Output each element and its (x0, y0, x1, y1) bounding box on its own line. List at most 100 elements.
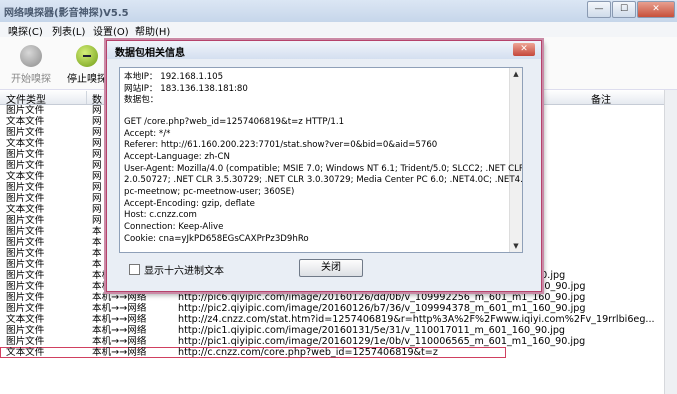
dialog-close-icon[interactable]: ✕ (513, 43, 535, 56)
maximize-button[interactable]: ☐ (612, 1, 636, 18)
cell-direction: 本机→→网络 (92, 347, 147, 358)
cell-direction: 网 (92, 215, 102, 226)
packet-text-line: 2.0.50727; .NET CLR 3.5.30729; .NET CLR … (124, 175, 523, 186)
cell-direction: 本 (92, 226, 102, 237)
table-row[interactable]: 图片文件 本机→→网络 http://pic1.qiyipic.com/image/… (0, 336, 664, 347)
cell-file-type: 图片文件 (6, 237, 45, 248)
cell-file-type: 文本文件 (6, 171, 45, 182)
cell-file-type: 文本文件 (6, 116, 45, 127)
cell-direction: 本机→→网络 (92, 303, 147, 314)
packet-text-line: pc-meetnow; pc-meetnow-user; 360SE) (124, 187, 295, 197)
packet-text-line: 网站IP： 183.136.138.181:80 (124, 83, 248, 94)
cell-file-type: 文本文件 (6, 138, 45, 149)
cell-file-type: 图片文件 (6, 292, 45, 303)
cell-url: http://pic1.qiyipic.com/image/20160129/1… (178, 336, 586, 347)
menu-list[interactable]: 列表(L) (52, 23, 85, 38)
cell-file-type: 图片文件 (6, 325, 45, 336)
hex-text-checkbox[interactable] (129, 264, 140, 275)
packet-text-line: User-Agent: Mozilla/4.0 (compatible; MSI… (124, 163, 523, 174)
cell-file-type: 图片文件 (6, 149, 45, 160)
start-icon (20, 45, 42, 67)
stop-icon (76, 45, 98, 67)
packet-text-line: Accept-Encoding: gzip, deflate (124, 198, 255, 209)
window-controls: — ☐ ✕ (586, 1, 675, 18)
packet-text-line: Host: c.cnzz.com (124, 210, 197, 221)
dialog-title: 数据包相关信息 (115, 48, 185, 59)
start-sniff-label: 开始嗅探 (11, 74, 51, 85)
dialog-title-bar: 数据包相关信息 ✕ (107, 41, 541, 59)
packet-text-line: 本地IP： 192.168.1.105 (124, 72, 224, 82)
header-file-type[interactable]: 文件类型 (6, 91, 87, 106)
cell-file-type: 文本文件 (6, 204, 45, 215)
cell-file-type: 文本文件 (6, 347, 45, 358)
menu-help[interactable]: 帮助(H) (135, 23, 170, 38)
table-row[interactable]: 图片文件 本机→→网络 http://pic2.qiyipic.com/image/… (0, 303, 664, 314)
packet-text-line: Cookie: cna=yJkPD658EGsCAXPrPz3D9hRo (124, 233, 309, 244)
table-row[interactable]: 文本文件 本机→→网络 http://z4.cnzz.com/stat.htm?id… (0, 314, 664, 325)
cell-direction: 网 (92, 204, 102, 215)
packet-text-area[interactable]: ▲ ▼ 本地IP： 192.168.1.105 网站IP： 183.136.138… (119, 67, 523, 253)
cell-direction: 本 (92, 237, 102, 248)
hex-text-label: 显示十六进制文本 (144, 266, 224, 277)
cell-file-type: 图片文件 (6, 248, 45, 259)
cell-file-type: 图片文件 (6, 336, 45, 347)
cell-file-type: 图片文件 (6, 281, 45, 292)
cell-direction: 网 (92, 160, 102, 171)
cell-file-type: 图片文件 (6, 303, 45, 314)
cell-file-type: 图片文件 (6, 226, 45, 237)
cell-url: http://pic1.qiyipic.com/image/20160131/5… (178, 325, 565, 336)
start-sniff-button[interactable]: 开始嗅探 (4, 41, 58, 87)
dialog-close-button[interactable]: 关闭 (299, 259, 363, 277)
cell-direction: 网 (92, 105, 102, 116)
table-row[interactable]: 图片文件 本机→→网络 http://pic1.qiyipic.com/image/… (0, 325, 664, 336)
cell-file-type: 文本文件 (6, 314, 45, 325)
cell-file-type: 图片文件 (6, 215, 45, 226)
cell-direction: 网 (92, 171, 102, 182)
packet-info-dialog: 数据包相关信息 ✕ ▲ ▼ 本地IP： 192.168.1.105 网站IP： 1… (106, 40, 542, 292)
cell-url: http://pic6.qiyipic.com/image/20160126/d… (178, 292, 586, 303)
header-note[interactable]: 备注 (591, 91, 651, 106)
table-row[interactable]: 文本文件 本机→→网络 http://c.cnzz.com/core.php?web… (0, 347, 506, 358)
cell-file-type: 图片文件 (6, 127, 45, 138)
cell-url: http://c.cnzz.com/core.php?web_id=125740… (178, 347, 438, 358)
packet-text-line: 数据包： (124, 95, 159, 106)
menu-bar: 嗅探(C) 列表(L) 设置(O) 帮助(H) (0, 22, 677, 38)
cell-file-type: 图片文件 (6, 182, 45, 193)
cell-direction: 网 (92, 116, 102, 127)
cell-direction: 本 (92, 259, 102, 270)
title-bar: 网络嗅探器(影音神探)V5.5 — ☐ ✕ (0, 0, 677, 23)
cell-direction: 网 (92, 127, 102, 138)
menu-sniff[interactable]: 嗅探(C) (8, 23, 43, 38)
cell-file-type: 图片文件 (6, 270, 45, 281)
scroll-up-icon[interactable]: ▲ (510, 68, 522, 80)
packet-text-line: Referer: http://61.160.200.223:7701/stat… (124, 140, 438, 151)
menu-settings[interactable]: 设置(O) (93, 23, 129, 38)
close-window-button[interactable]: ✕ (637, 1, 675, 18)
cell-direction: 网 (92, 182, 102, 193)
packet-text-line: Accept: */* (124, 128, 171, 139)
packet-text-line: GET /core.php?web_id=1257406819&t=z HTTP… (124, 116, 345, 127)
minimize-button[interactable]: — (587, 1, 611, 18)
cell-direction: 本机→→网络 (92, 336, 147, 347)
scroll-down-icon[interactable]: ▼ (510, 240, 522, 252)
cell-direction: 本机→→网络 (92, 292, 147, 303)
cell-url: http://pic2.qiyipic.com/image/20160126/b… (178, 303, 586, 314)
cell-direction: 本机→→网络 (92, 325, 147, 336)
cell-file-type: 图片文件 (6, 160, 45, 171)
cell-direction: 本 (92, 248, 102, 259)
packet-text-scrollbar[interactable]: ▲ ▼ (509, 68, 522, 252)
cell-file-type: 图片文件 (6, 193, 45, 204)
packet-text-line: Connection: Keep-Alive (124, 222, 224, 233)
cell-url: http://z4.cnzz.com/stat.htm?id=125740681… (178, 314, 655, 325)
cell-direction: 本机→→网络 (92, 314, 147, 325)
window-title: 网络嗅探器(影音神探)V5.5 (4, 8, 129, 19)
cell-file-type: 图片文件 (6, 105, 45, 116)
table-scrollbar[interactable] (664, 90, 677, 394)
cell-direction: 网 (92, 193, 102, 204)
cell-direction: 网 (92, 138, 102, 149)
cell-direction: 网 (92, 149, 102, 160)
cell-file-type: 图片文件 (6, 259, 45, 270)
table-row[interactable]: 图片文件 本机→→网络 http://pic6.qiyipic.com/image/… (0, 292, 664, 303)
packet-text-line: Accept-Language: zh-CN (124, 151, 230, 162)
app-window: 网络嗅探器(影音神探)V5.5 — ☐ ✕ 嗅探(C) 列表(L) 设置(O) … (0, 0, 677, 394)
